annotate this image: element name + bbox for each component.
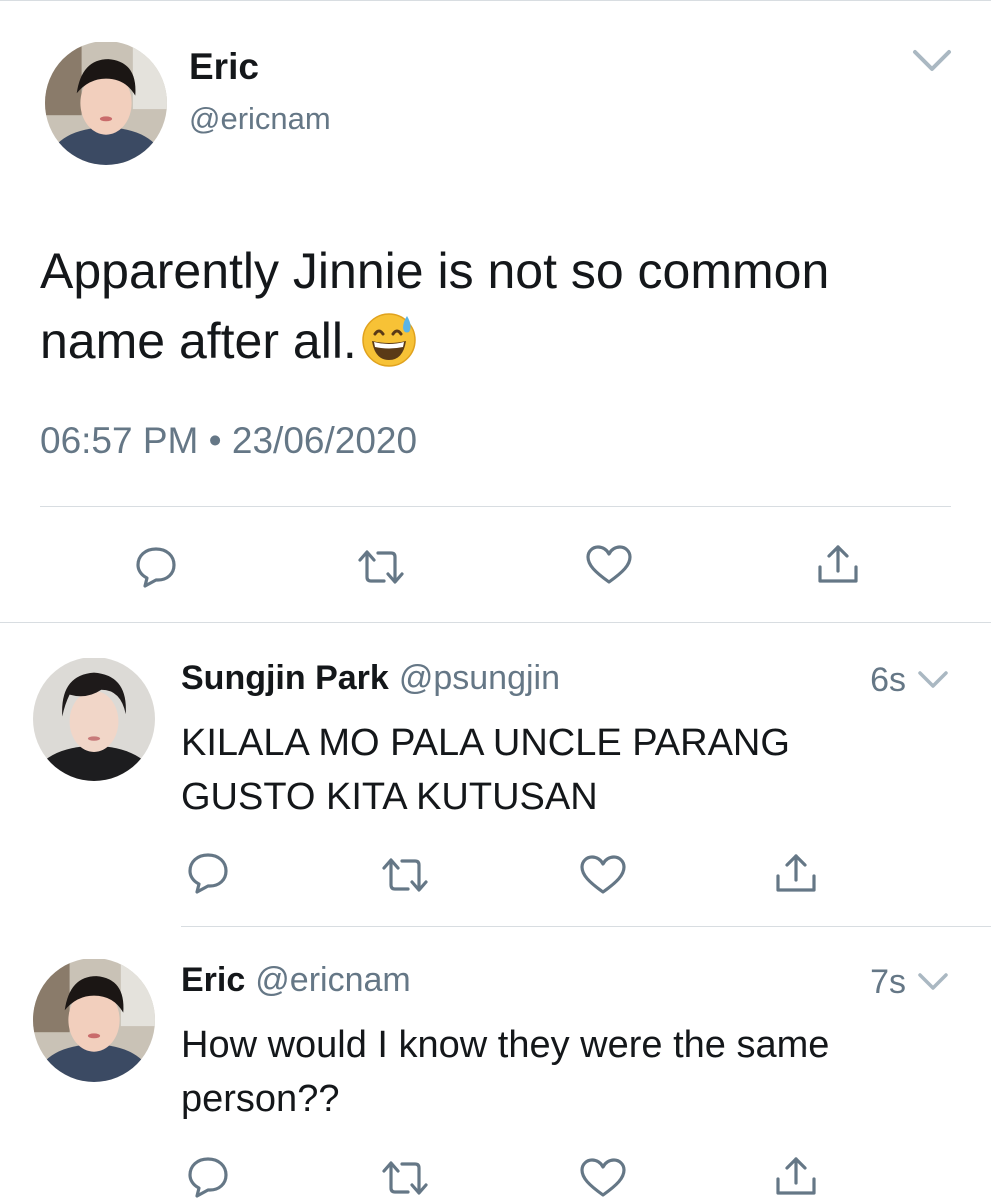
reply-icon[interactable] <box>134 545 178 589</box>
avatar-eric[interactable] <box>45 41 167 165</box>
retweet-icon[interactable] <box>356 547 406 587</box>
reply-timestamp: 7s <box>870 963 906 1001</box>
chevron-down-icon[interactable] <box>917 972 949 997</box>
top-divider <box>0 0 991 1</box>
divider <box>0 622 991 623</box>
tweet-date: 23/06/2020 <box>231 420 418 461</box>
user-handle[interactable]: @ericnam <box>189 101 331 137</box>
reply-header: Eric @ericnam <box>181 961 411 1000</box>
chevron-down-icon[interactable] <box>917 670 949 695</box>
share-icon[interactable] <box>774 852 818 896</box>
reply-text-line: KILALA MO PALA UNCLE PARANG <box>181 722 790 764</box>
tweet-time: 06:57 PM <box>40 420 199 461</box>
user-handle[interactable]: @psungjin <box>399 659 560 697</box>
reply-icon[interactable] <box>186 1155 230 1199</box>
user-handle[interactable]: @ericnam <box>255 961 410 999</box>
reply-text: How would I know they were the same pers… <box>181 1018 941 1126</box>
retweet-icon[interactable] <box>380 1158 430 1198</box>
reply-text-line: How would I know they were the same <box>181 1024 830 1066</box>
like-icon[interactable] <box>579 854 627 896</box>
display-name[interactable]: Eric <box>181 961 245 999</box>
reply-icon[interactable] <box>186 851 230 895</box>
avatar-eric[interactable] <box>33 958 155 1082</box>
like-icon[interactable] <box>585 544 633 586</box>
reply-header: Sungjin Park @psungjin <box>181 659 560 698</box>
tweet-text-content: Apparently Jinnie is not so common name … <box>40 243 830 369</box>
divider <box>40 506 951 507</box>
retweet-icon[interactable] <box>380 855 430 895</box>
share-icon[interactable] <box>774 1155 818 1199</box>
reply-text-line: person?? <box>181 1078 340 1120</box>
tweet-timestamp: 06:57 PM • 23/06/2020 <box>40 420 417 462</box>
chevron-down-icon[interactable] <box>912 48 952 79</box>
reply-text-line: GUSTO KITA KUTUSAN <box>181 776 598 818</box>
tweet-text: Apparently Jinnie is not so common name … <box>40 236 960 376</box>
reply-text: KILALA MO PALA UNCLE PARANG GUSTO KITA K… <box>181 716 941 824</box>
divider <box>181 926 991 927</box>
share-icon[interactable] <box>816 543 860 587</box>
display-name[interactable]: Eric <box>189 46 259 88</box>
like-icon[interactable] <box>579 1157 627 1199</box>
display-name[interactable]: Sungjin Park <box>181 659 389 697</box>
timestamp-separator: • <box>208 420 222 461</box>
grinning-face-with-sweat-emoji <box>361 312 417 368</box>
avatar-sungjin[interactable] <box>33 657 155 781</box>
reply-timestamp: 6s <box>870 661 906 699</box>
